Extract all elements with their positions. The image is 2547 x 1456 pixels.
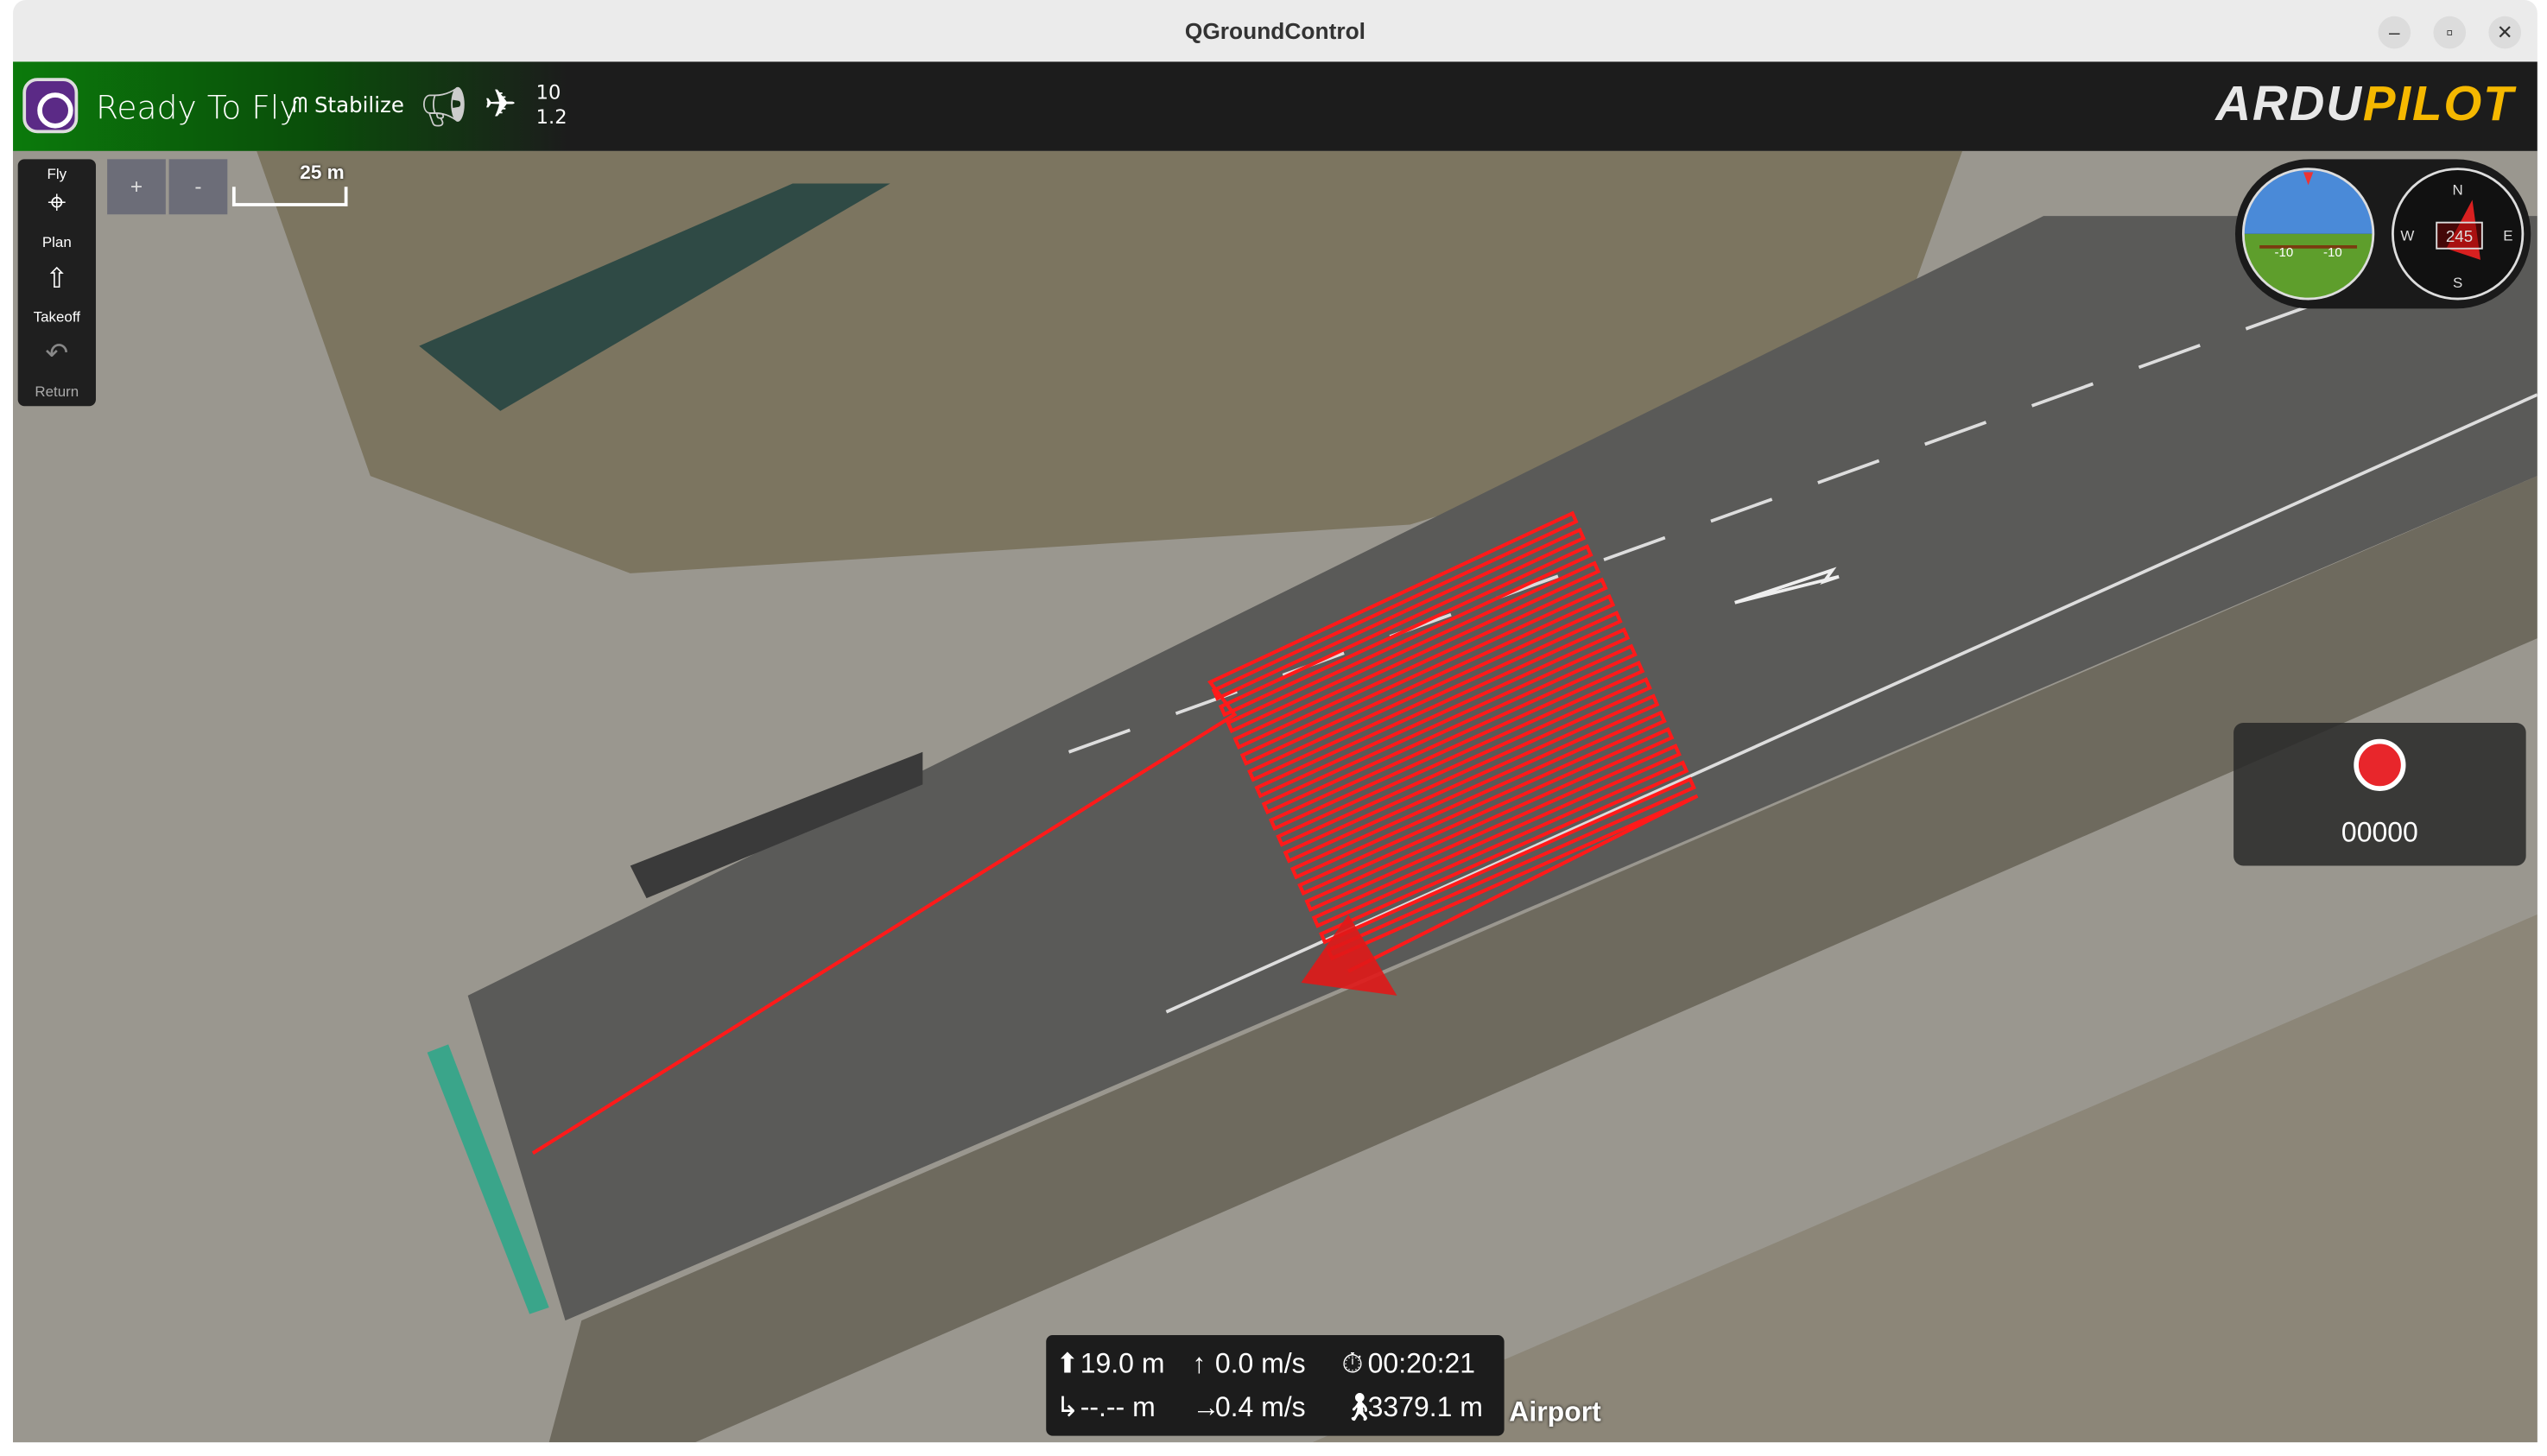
- sidebar-item-return[interactable]: Return: [18, 383, 96, 400]
- pitch-label-left: -10: [2275, 245, 2294, 260]
- map-view[interactable]: Fly ⌖ Plan ⇧ Takeoff ↶ Return + - 25 m -…: [13, 150, 2537, 1443]
- flight-time-value: 00:20:21: [1367, 1348, 1476, 1379]
- heading-value: 245: [2446, 227, 2473, 245]
- gps-indicator[interactable]: 10 1.2: [536, 81, 567, 130]
- svg-text:W: W: [2400, 227, 2414, 244]
- record-button[interactable]: [2354, 738, 2406, 791]
- home-distance-value: --.-- m: [1080, 1391, 1156, 1423]
- timer-icon: ⏱: [1341, 1348, 1364, 1379]
- plan-icon[interactable]: ⌖: [18, 185, 96, 222]
- gps-hdop: 1.2: [535, 105, 567, 129]
- ardupilot-logo: ARDUPILOT: [2215, 78, 2515, 132]
- sidebar-item-takeoff[interactable]: Takeoff: [18, 308, 96, 325]
- window-title: QGroundControl: [1184, 17, 1365, 44]
- restore-button[interactable]: ▫: [2433, 16, 2467, 49]
- scale-label: 25 m: [300, 161, 345, 184]
- return-icon[interactable]: ↶: [18, 338, 96, 370]
- takeoff-icon[interactable]: ⇧: [18, 263, 96, 296]
- flight-mode-label: Stabilize: [314, 94, 404, 119]
- satellite-icon[interactable]: ✈︎: [484, 81, 516, 129]
- record-counter: 00000: [2341, 817, 2418, 848]
- flight-mode-selector[interactable]: ᗰ Stabilize: [293, 94, 404, 118]
- pitch-label-right: -10: [2323, 245, 2342, 260]
- altitude-value: 19.0 m: [1080, 1348, 1165, 1379]
- main-toolbar: Ready To Fly ᗰ Stabilize 📢︎ ✈︎ 10 1.2 ARD…: [13, 61, 2537, 151]
- vehicle-status[interactable]: Ready To Fly: [96, 88, 299, 127]
- ground-speed-value: 0.4 m/s: [1214, 1391, 1306, 1423]
- close-button[interactable]: ✕: [2488, 16, 2522, 49]
- vertical-speed-icon: ↑: [1192, 1348, 1207, 1379]
- attitude-indicator: [2243, 168, 2373, 300]
- sidebar-item-fly[interactable]: Fly: [18, 166, 96, 182]
- map-place-label: Airport: [1509, 1396, 1601, 1428]
- zoom-out-button[interactable]: -: [168, 159, 228, 215]
- qgc-logo-icon[interactable]: [22, 78, 79, 134]
- megaphone-icon[interactable]: 📢︎: [419, 85, 468, 132]
- scale-bar: [231, 187, 348, 206]
- zoom-in-button[interactable]: +: [107, 159, 166, 215]
- svg-text:N: N: [2453, 182, 2463, 199]
- svg-text:S: S: [2453, 275, 2462, 291]
- home-distance-icon: ↳: [1055, 1391, 1080, 1423]
- instrument-panel[interactable]: -10 -10 N E S W 245: [2234, 159, 2531, 309]
- left-toolbar: Fly ⌖ Plan ⇧ Takeoff ↶ Return: [17, 159, 96, 407]
- waveform-icon: ᗰ: [292, 94, 314, 119]
- distance-traveled-value: 3379.1 m: [1367, 1391, 1483, 1423]
- minimize-button[interactable]: –: [2378, 16, 2411, 49]
- window-titlebar: QGroundControl – ▫ ✕: [13, 0, 2537, 62]
- map-imagery: [13, 150, 2537, 1443]
- svg-text:E: E: [2503, 227, 2512, 244]
- altitude-icon: ⬆: [1055, 1348, 1080, 1379]
- compass: N E S W 245: [2392, 168, 2525, 301]
- video-record-panel: 00000: [2233, 722, 2526, 866]
- vertical-speed-value: 0.0 m/s: [1214, 1348, 1306, 1379]
- telemetry-panel: ⬆ 19.0 m ↑ 0.0 m/s ⏱ 00:20:21 ↳ --.-- m …: [1046, 1335, 1505, 1436]
- sidebar-item-plan[interactable]: Plan: [18, 234, 96, 250]
- gps-count: 10: [535, 81, 561, 104]
